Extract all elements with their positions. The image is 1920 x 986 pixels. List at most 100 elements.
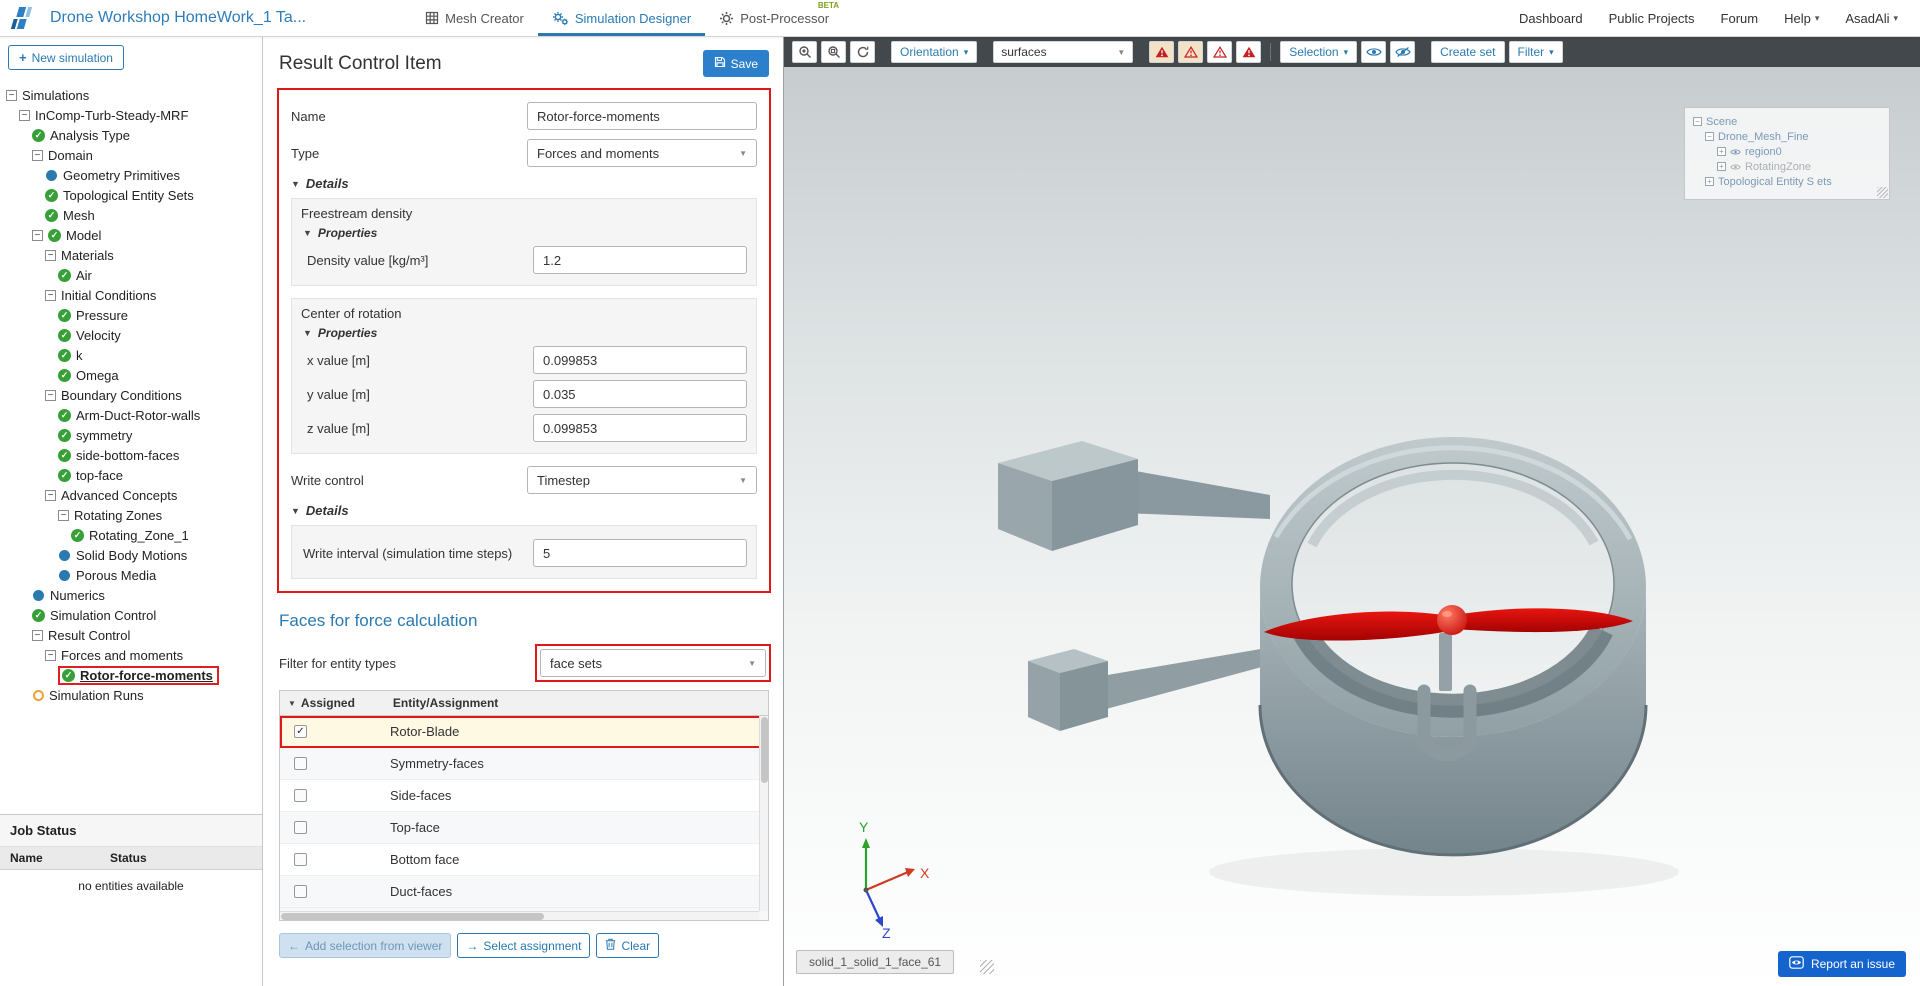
- type-select[interactable]: Forces and moments ▼: [527, 139, 757, 167]
- collapse-toggle[interactable]: −: [1693, 117, 1702, 126]
- collapse-toggle[interactable]: −: [45, 489, 56, 501]
- tree-item-incomp-turb-steady-mrf[interactable]: − InComp-Turb-Steady-MRF: [0, 105, 262, 125]
- expand-toggle[interactable]: +: [1717, 162, 1726, 171]
- nav-dashboard[interactable]: Dashboard: [1519, 11, 1583, 26]
- save-button[interactable]: Save: [702, 50, 769, 77]
- select-assignment-button[interactable]: → Select assignment: [457, 933, 591, 958]
- collapse-toggle[interactable]: −: [45, 389, 56, 401]
- tree-item-result-control[interactable]: − Result Control: [0, 625, 262, 645]
- viewport-canvas[interactable]: − Scene − Drone_Mesh_Fine + region0 + RotatingZ…: [784, 67, 1920, 986]
- assignment-row-top-face[interactable]: Top-face: [280, 812, 768, 844]
- reset-view-button[interactable]: [850, 41, 875, 63]
- table-horizontal-scrollbar[interactable]: [280, 911, 759, 920]
- tree-item-velocity[interactable]: ✓ Velocity: [0, 325, 262, 345]
- tree-item-omega[interactable]: ✓ Omega: [0, 365, 262, 385]
- tree-item-simulations[interactable]: − Simulations: [0, 85, 262, 105]
- filter-dropdown[interactable]: Filter ▾: [1508, 41, 1563, 63]
- tree-item-boundary-conditions[interactable]: − Boundary Conditions: [0, 385, 262, 405]
- x-value-input[interactable]: [533, 346, 747, 374]
- scene-tree-item-scene[interactable]: − Scene: [1691, 114, 1883, 129]
- nav-help[interactable]: Help ▾: [1784, 11, 1819, 26]
- orientation-axes[interactable]: Y X Z: [820, 816, 942, 940]
- zoom-to-fit-button[interactable]: [821, 41, 846, 63]
- create-set-button[interactable]: Create set: [1431, 41, 1505, 63]
- tree-item-analysis-type[interactable]: ✓ Analysis Type: [0, 125, 262, 145]
- nav-forum[interactable]: Forum: [1721, 11, 1759, 26]
- table-vertical-scrollbar[interactable]: [759, 716, 768, 911]
- tree-item-mesh[interactable]: ✓ Mesh: [0, 205, 262, 225]
- scrollbar-thumb[interactable]: [281, 913, 545, 920]
- tab-mesh-creator[interactable]: Mesh Creator: [411, 0, 538, 36]
- tree-item-materials[interactable]: − Materials: [0, 245, 262, 265]
- tab-post-processor[interactable]: Post-Processor BETA: [705, 0, 843, 36]
- tree-item-side-bottom-faces[interactable]: ✓ side-bottom-faces: [0, 445, 262, 465]
- tree-item-forces-and-moments[interactable]: − Forces and moments: [0, 645, 262, 665]
- assigned-column-header[interactable]: Assigned: [301, 696, 393, 710]
- tree-item-domain[interactable]: − Domain: [0, 145, 262, 165]
- selection-dropdown[interactable]: Selection ▾: [1280, 41, 1358, 63]
- name-input[interactable]: [527, 102, 757, 130]
- simscale-logo[interactable]: [10, 4, 38, 32]
- project-title[interactable]: Drone Workshop HomeWork_1 Ta...: [50, 9, 306, 27]
- scene-tree-item-rotatingzone[interactable]: + RotatingZone: [1691, 159, 1883, 174]
- tree-item-k[interactable]: ✓ k: [0, 345, 262, 365]
- collapse-toggle[interactable]: −: [32, 629, 43, 641]
- write-details-toggle[interactable]: ▼ Details: [291, 503, 757, 518]
- collapse-toggle[interactable]: −: [58, 509, 69, 521]
- hide-entity-button[interactable]: [1390, 41, 1416, 63]
- details-toggle[interactable]: ▼ Details: [291, 176, 757, 191]
- entity-filter-select[interactable]: face sets ▼: [540, 649, 766, 677]
- mesh-quality-button-3[interactable]: [1207, 41, 1233, 63]
- orientation-dropdown[interactable]: Orientation ▾: [891, 41, 978, 63]
- assignment-row-side-faces[interactable]: Side-faces: [280, 780, 768, 812]
- assigned-checkbox[interactable]: [294, 757, 307, 770]
- expand-toggle[interactable]: +: [1705, 177, 1714, 186]
- z-value-input[interactable]: [533, 414, 747, 442]
- tree-item-initial-conditions[interactable]: − Initial Conditions: [0, 285, 262, 305]
- new-simulation-button[interactable]: + New simulation: [8, 45, 124, 70]
- collapse-toggle[interactable]: −: [45, 289, 56, 301]
- write-interval-input[interactable]: [533, 539, 747, 567]
- freestream-properties-toggle[interactable]: ▼ Properties: [303, 226, 747, 240]
- assigned-checkbox[interactable]: [294, 885, 307, 898]
- tree-item-symmetry[interactable]: ✓ symmetry: [0, 425, 262, 445]
- expand-toggle[interactable]: +: [1717, 147, 1726, 156]
- tree-item-solid-body-motions[interactable]: Solid Body Motions: [0, 545, 262, 565]
- scrollbar-thumb[interactable]: [761, 717, 768, 783]
- assignment-row-duct-faces[interactable]: Duct-faces: [280, 876, 768, 908]
- tree-item-topological-entity-sets[interactable]: ✓ Topological Entity Sets: [0, 185, 262, 205]
- assigned-checkbox[interactable]: ✓: [294, 725, 307, 738]
- collapse-toggle[interactable]: −: [1705, 132, 1714, 141]
- tree-item-air[interactable]: ✓ Air: [0, 265, 262, 285]
- collapse-toggle[interactable]: −: [32, 149, 43, 161]
- entity-column-header[interactable]: Entity/Assignment: [393, 696, 768, 710]
- render-mode-select[interactable]: surfaces ▼: [993, 41, 1134, 63]
- mesh-quality-button-4[interactable]: [1236, 41, 1262, 63]
- nav-public-projects[interactable]: Public Projects: [1609, 11, 1695, 26]
- show-entity-button[interactable]: [1361, 41, 1387, 63]
- tree-item-rotating-zone-1[interactable]: ✓ Rotating_Zone_1: [0, 525, 262, 545]
- tree-item-rotating-zones[interactable]: − Rotating Zones: [0, 505, 262, 525]
- tree-item-top-face[interactable]: ✓ top-face: [0, 465, 262, 485]
- tree-item-rotor-force-moments[interactable]: ✓ Rotor-force-moments: [0, 665, 262, 685]
- density-input[interactable]: [533, 246, 747, 274]
- assigned-checkbox[interactable]: [294, 789, 307, 802]
- tab-simulation-designer[interactable]: Simulation Designer: [537, 0, 706, 36]
- collapse-toggle[interactable]: −: [45, 249, 56, 261]
- scene-tree-item-topological-entity-s-ets[interactable]: + Topological Entity S ets: [1691, 174, 1883, 189]
- assignment-row-rotor-blade[interactable]: ✓ Rotor-Blade: [280, 716, 768, 748]
- assigned-checkbox[interactable]: [294, 821, 307, 834]
- collapse-toggle[interactable]: −: [32, 229, 43, 241]
- tree-item-numerics[interactable]: Numerics: [0, 585, 262, 605]
- nav-asadali[interactable]: AsadAli ▾: [1845, 11, 1898, 26]
- clear-button[interactable]: Clear: [596, 933, 660, 958]
- assignment-row-bottom-face[interactable]: Bottom face: [280, 844, 768, 876]
- tree-item-geometry-primitives[interactable]: Geometry Primitives: [0, 165, 262, 185]
- sort-caret-icon[interactable]: ▼: [288, 699, 296, 708]
- scene-tree-item-region0[interactable]: + region0: [1691, 144, 1883, 159]
- visibility-eye-icon[interactable]: [1730, 163, 1741, 171]
- visibility-eye-icon[interactable]: [1730, 148, 1741, 156]
- add-selection-from-viewer-button[interactable]: ← Add selection from viewer: [279, 933, 452, 958]
- tree-item-arm-duct-rotor-walls[interactable]: ✓ Arm-Duct-Rotor-walls: [0, 405, 262, 425]
- drone-model[interactable]: [784, 67, 1920, 986]
